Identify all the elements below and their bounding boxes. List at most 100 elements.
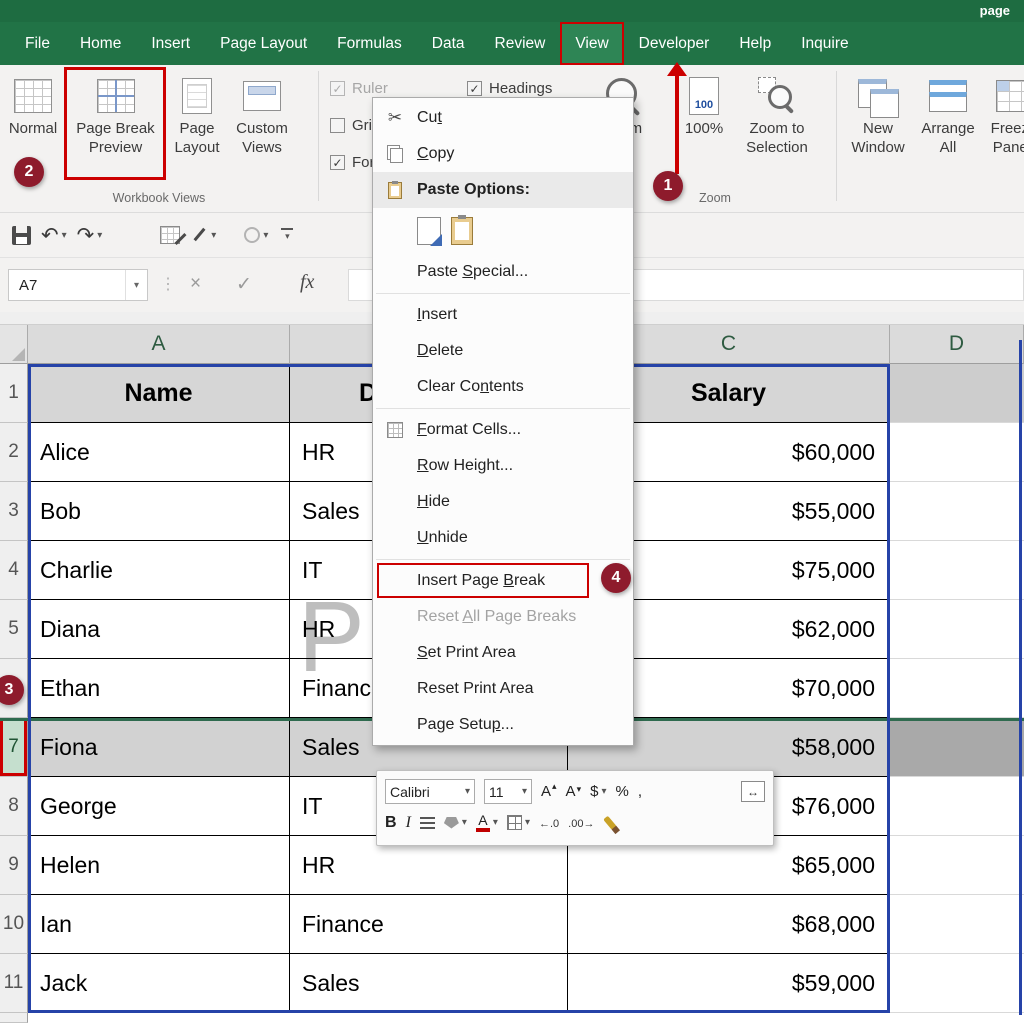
row-header-1[interactable]: 1 (0, 364, 28, 423)
bold-button[interactable]: B (385, 814, 397, 832)
customize-qat-button[interactable]: ▾ (278, 228, 296, 242)
enter-icon[interactable]: ✓ (236, 273, 252, 296)
new-window-button[interactable]: New Window (846, 73, 910, 157)
tab-inquire[interactable]: Inquire (786, 22, 863, 65)
row-header-8[interactable]: 8 (0, 777, 28, 836)
menu-item-hide[interactable]: Hide (373, 484, 633, 520)
page-layout-view-button[interactable]: Page Layout (167, 73, 227, 157)
cell-a11[interactable]: Jack (28, 954, 290, 1013)
column-header-d[interactable]: D (890, 325, 1024, 364)
shape-dropdown[interactable]: ▾ (263, 230, 268, 241)
cell-d6[interactable] (890, 659, 1024, 718)
font-color-button[interactable]: A▾ (476, 813, 498, 832)
tab-formulas[interactable]: Formulas (322, 22, 417, 65)
font-size-combo[interactable]: 11▾ (484, 779, 532, 804)
tab-review[interactable]: Review (480, 22, 561, 65)
draw-dropdown[interactable]: ▾ (211, 230, 216, 241)
menu-item-insert-page-break[interactable]: Insert Page Break (373, 563, 633, 599)
font-dropdown[interactable]: ▾ (465, 786, 470, 797)
name-box[interactable]: A7 ▾ (8, 269, 148, 301)
tab-data[interactable]: Data (417, 22, 480, 65)
cell-d2[interactable] (890, 423, 1024, 482)
menu-item-unhide[interactable]: Unhide (373, 520, 633, 556)
menu-item-reset-print-area[interactable]: Reset Print Area (373, 671, 633, 707)
grid-tool-button[interactable] (112, 226, 180, 244)
row-header-9[interactable]: 9 (0, 836, 28, 895)
tab-developer[interactable]: Developer (624, 22, 725, 65)
paste-formatting-icon[interactable] (417, 217, 441, 245)
menu-item-delete[interactable]: Delete (373, 333, 633, 369)
shrink-font-button[interactable]: A▾ (566, 783, 582, 800)
column-header-a[interactable]: A (28, 325, 290, 364)
page-break-preview-button[interactable]: Page Break Preview (66, 73, 165, 157)
cell-a9[interactable]: Helen (28, 836, 290, 895)
menu-item-paste-special[interactable]: Paste Special... (373, 254, 633, 290)
paste-values-icon[interactable] (451, 217, 473, 245)
normal-view-button[interactable]: Normal (4, 73, 62, 138)
redo-dropdown[interactable]: ▾ (97, 230, 102, 241)
borders-button[interactable]: ▾ (507, 815, 530, 830)
format-painter-icon[interactable] (604, 815, 618, 830)
menu-item-row-height[interactable]: Row Height... (373, 448, 633, 484)
cell-a1[interactable]: Name (28, 364, 290, 423)
cell-a6[interactable]: Ethan (28, 659, 290, 718)
insert-function-icon[interactable]: fx (300, 271, 314, 294)
cell-d5[interactable] (890, 600, 1024, 659)
cell-b11[interactable]: Sales (290, 954, 568, 1013)
save-button[interactable] (12, 226, 31, 245)
accounting-format-button[interactable]: $▾ (590, 783, 606, 800)
cell-a4[interactable]: Charlie (28, 541, 290, 600)
arrange-all-button[interactable]: Arrange All (916, 73, 980, 157)
cell-a8[interactable]: George (28, 777, 290, 836)
ruler-checkbox[interactable]: Ruler (330, 80, 388, 97)
grow-font-button[interactable]: A▴ (541, 783, 557, 800)
select-all-corner[interactable] (0, 325, 28, 364)
cell-a3[interactable]: Bob (28, 482, 290, 541)
cell-c10[interactable]: $68,000 (568, 895, 890, 954)
cell-c11[interactable]: $59,000 (568, 954, 890, 1013)
headings-checkbox[interactable]: Headings (467, 80, 552, 97)
autofit-icon[interactable] (741, 781, 765, 802)
menu-item-clear-contents[interactable]: Clear Contents (373, 369, 633, 405)
tab-help[interactable]: Help (724, 22, 786, 65)
center-align-icon[interactable] (420, 817, 435, 829)
row-header-11[interactable]: 11 (0, 954, 28, 1013)
cell-d7[interactable] (890, 718, 1024, 777)
freeze-panes-button[interactable]: Freeze Panes (982, 73, 1024, 157)
zoom-100-button[interactable]: 100 100% (678, 73, 730, 138)
cancel-icon[interactable]: × (190, 273, 201, 295)
tab-page-layout[interactable]: Page Layout (205, 22, 322, 65)
menu-item-set-print-area[interactable]: Set Print Area (373, 635, 633, 671)
tab-view[interactable]: View (560, 22, 623, 65)
menu-item-format-cells[interactable]: Format Cells... (373, 412, 633, 448)
menu-item-page-setup[interactable]: Page Setup... (373, 707, 633, 743)
italic-button[interactable]: I (406, 814, 411, 832)
row-header-3[interactable]: 3 (0, 482, 28, 541)
name-box-dropdown[interactable]: ▾ (125, 270, 147, 300)
draw-tool-button[interactable]: ▾ (190, 226, 216, 244)
redo-button[interactable]: ▾ (77, 223, 103, 248)
tab-file[interactable]: File (10, 22, 65, 65)
increase-decimal-icon[interactable] (539, 814, 559, 832)
row-header-2[interactable]: 2 (0, 423, 28, 482)
menu-item-copy[interactable]: Copy (373, 136, 633, 172)
row-header-4[interactable]: 4 (0, 541, 28, 600)
size-dropdown[interactable]: ▾ (522, 786, 527, 797)
cell-a7[interactable]: Fiona (28, 718, 290, 777)
undo-button[interactable]: ▾ (41, 223, 67, 248)
tab-home[interactable]: Home (65, 22, 136, 65)
menu-item-cut[interactable]: Cut (373, 100, 633, 136)
cell-d4[interactable] (890, 541, 1024, 600)
fill-color-button[interactable]: ▾ (444, 817, 467, 829)
cell-d1[interactable] (890, 364, 1024, 423)
custom-views-button[interactable]: Custom Views (229, 73, 295, 157)
cell-d11[interactable] (890, 954, 1024, 1013)
row-header-12[interactable] (0, 1013, 28, 1023)
cell-d8[interactable] (890, 777, 1024, 836)
comma-style-button[interactable]: , (638, 783, 642, 800)
cell-d9[interactable] (890, 836, 1024, 895)
decrease-decimal-icon[interactable] (568, 814, 594, 832)
cell-a2[interactable]: Alice (28, 423, 290, 482)
shape-tool-button[interactable]: ▾ (226, 227, 268, 243)
row-header-10[interactable]: 10 (0, 895, 28, 954)
